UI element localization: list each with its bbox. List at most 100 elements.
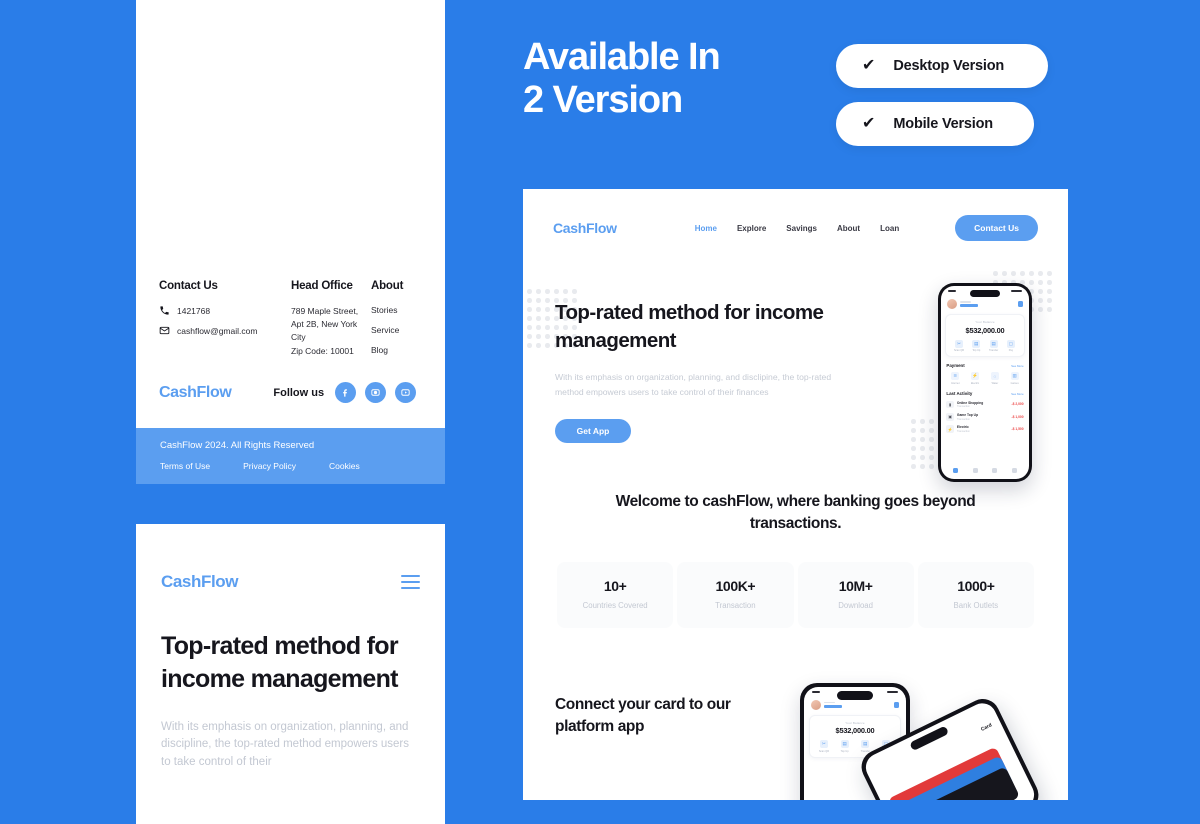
connect-section: Connect your card to our platform app Yo…: [523, 676, 1068, 800]
mobile-header: CashFlow: [136, 524, 445, 592]
desktop-logo[interactable]: CashFlow: [553, 220, 617, 236]
quick-actions: ✂ Scan QR ▤ Top Up ▤ Transfer ▢ Pay: [950, 339, 1019, 353]
balance-amount: $532,000.00: [965, 325, 1005, 335]
avatar: [947, 299, 958, 310]
payment-see-all[interactable]: See More: [1011, 364, 1024, 368]
footer-column-office: Head Office 789 Maple Street, Apt 2B, Ne…: [291, 280, 371, 365]
footer-link-stories[interactable]: Stories: [371, 305, 429, 315]
hero-body-text: With its emphasis on organization, plann…: [555, 371, 832, 397]
footer-contact-phone[interactable]: 1421768: [159, 305, 291, 316]
footer-link-blog[interactable]: Blog: [371, 345, 429, 355]
activity-row[interactable]: ▮ Online Shopping Transaction -$ 2,000: [945, 400, 1024, 409]
action-label: Transfer: [989, 349, 999, 353]
facebook-icon[interactable]: [335, 382, 357, 403]
hero-heading: Top-rated method for income management: [555, 301, 824, 352]
stat-label: Transaction: [715, 601, 756, 611]
payment-water[interactable]: ◌ Water: [986, 372, 1003, 385]
pill-mobile-version[interactable]: ✔ Mobile Version: [836, 102, 1034, 146]
desktop-preview-panel: CashFlow Home Explore Savings About Loan…: [523, 189, 1068, 800]
game-icon: ▥: [1010, 372, 1019, 381]
check-icon: ✔: [862, 115, 876, 132]
droplet-icon: ◌: [990, 372, 999, 381]
stat-value: 10M+: [838, 578, 873, 595]
profile-icon[interactable]: [1012, 467, 1018, 473]
scan-icon: ✂: [819, 740, 828, 749]
phone-bottom-nav[interactable]: [945, 465, 1024, 476]
mobile-body-text: With its emphasis on organization, plann…: [161, 720, 410, 769]
payment-internet[interactable]: ≋ Internet: [947, 372, 964, 385]
copyright-text: CashFlow 2024. All Rights Reserved: [160, 440, 315, 451]
balance-amount: $532,000.00: [835, 726, 875, 736]
balance-label: Your Balance: [845, 720, 865, 725]
contact-us-button[interactable]: Contact Us: [955, 215, 1038, 241]
nav-item-loan[interactable]: Loan: [880, 224, 899, 233]
stat-value: 1000+: [957, 578, 995, 595]
bell-icon[interactable]: [1017, 301, 1023, 308]
stat-card: 100K+ Transaction: [677, 562, 794, 629]
promo-headline: Available In 2 Version: [523, 36, 813, 121]
activity-subtitle: Transaction: [956, 405, 970, 409]
transfer-icon: ▤: [989, 339, 998, 348]
activity-row[interactable]: ▣ Game Top Up Transaction -$ 1,000: [945, 413, 1024, 421]
payment-label: Water: [991, 382, 999, 386]
action-label: Scan QR: [818, 750, 830, 753]
connect-heading: Connect your card to our platform app: [555, 696, 731, 736]
hamburger-icon[interactable]: [401, 575, 420, 589]
activity-title-text: Electric: [956, 425, 969, 430]
legal-link-privacy[interactable]: Privacy Policy: [243, 461, 296, 471]
follow-us-label: Follow us: [273, 386, 325, 399]
action-pay[interactable]: ▢ Pay: [1002, 339, 1019, 352]
action-top-up[interactable]: ▤ Top Up: [968, 339, 985, 353]
action-transfer[interactable]: ▤ Transfer: [985, 339, 1002, 353]
footer-brand-row: CashFlow Follow us: [159, 382, 429, 403]
bell-icon[interactable]: [894, 701, 900, 708]
activity-title: Last Activity: [946, 391, 973, 397]
stat-card: 1000+ Bank Outlets: [917, 562, 1034, 629]
pill-label: Desktop Version: [893, 58, 1005, 74]
payment-label: Internet: [951, 382, 960, 386]
nav-item-home[interactable]: Home: [695, 224, 717, 233]
footer-contact-email[interactable]: cashflow@gmail.com: [159, 325, 291, 336]
copyright-bar: CashFlow 2024. All Rights Reserved Terms…: [136, 428, 445, 484]
activity-row[interactable]: ⚡ Electric Transaction -$ 1,500: [945, 425, 1024, 433]
action-label: Top Up: [972, 349, 981, 353]
home-icon[interactable]: [952, 467, 958, 473]
mail-icon: [159, 325, 170, 336]
nav-item-savings[interactable]: Savings: [786, 224, 817, 233]
activity-see-all[interactable]: See More: [1011, 392, 1024, 396]
legal-link-cookies[interactable]: Cookies: [329, 461, 360, 471]
footer-link-service[interactable]: Service: [371, 325, 429, 335]
chart-icon[interactable]: [972, 467, 978, 473]
footer-column-contact: Contact Us 1421768 cashflow@gmail.com: [159, 280, 291, 365]
youtube-icon[interactable]: [395, 382, 417, 403]
cards-screen-title: Card: [980, 722, 994, 734]
payment-section-header: Payment See More: [945, 363, 1024, 368]
legal-link-terms[interactable]: Terms of Use: [160, 461, 210, 471]
activity-title-text: Online Shopping: [956, 400, 984, 405]
pill-desktop-version[interactable]: ✔ Desktop Version: [836, 44, 1048, 88]
payment-items: ≋ Internet ⚡ Electric ◌ Water ▥ Games: [945, 372, 1024, 385]
payment-electric[interactable]: ⚡ Electric: [967, 372, 984, 385]
phone-icon: [159, 305, 170, 316]
payment-title: Payment: [946, 363, 965, 369]
pill-label: Mobile Version: [893, 116, 993, 132]
stat-label: Countries Covered: [582, 601, 648, 611]
nav-item-about[interactable]: About: [837, 224, 860, 233]
desktop-navbar: CashFlow Home Explore Savings About Loan…: [523, 189, 1068, 241]
transfer-icon: ▤: [861, 740, 870, 749]
action-scan-qr[interactable]: ✂ Scan QR: [815, 740, 832, 753]
get-app-button[interactable]: Get App: [555, 419, 631, 444]
footer-logo[interactable]: CashFlow: [159, 384, 232, 402]
mobile-preview-panel: CashFlow Top-rated method for income man…: [136, 524, 445, 824]
payment-games[interactable]: ▥ Games: [1006, 372, 1023, 385]
nav-item-explore[interactable]: Explore: [737, 224, 766, 233]
action-top-up[interactable]: ▤ Top Up: [836, 740, 853, 753]
mobile-logo[interactable]: CashFlow: [161, 572, 238, 592]
footer-office-address: 789 Maple Street, Apt 2B, New York City …: [291, 306, 359, 356]
legal-links: Terms of Use Privacy Policy Cookies: [160, 461, 421, 471]
activity-title-text: Game Top Up: [956, 412, 979, 417]
action-scan-qr[interactable]: ✂ Scan QR: [951, 339, 968, 352]
footer-column-heading: Contact Us: [159, 280, 218, 292]
instagram-icon[interactable]: [365, 382, 387, 403]
card-icon[interactable]: [992, 467, 998, 473]
